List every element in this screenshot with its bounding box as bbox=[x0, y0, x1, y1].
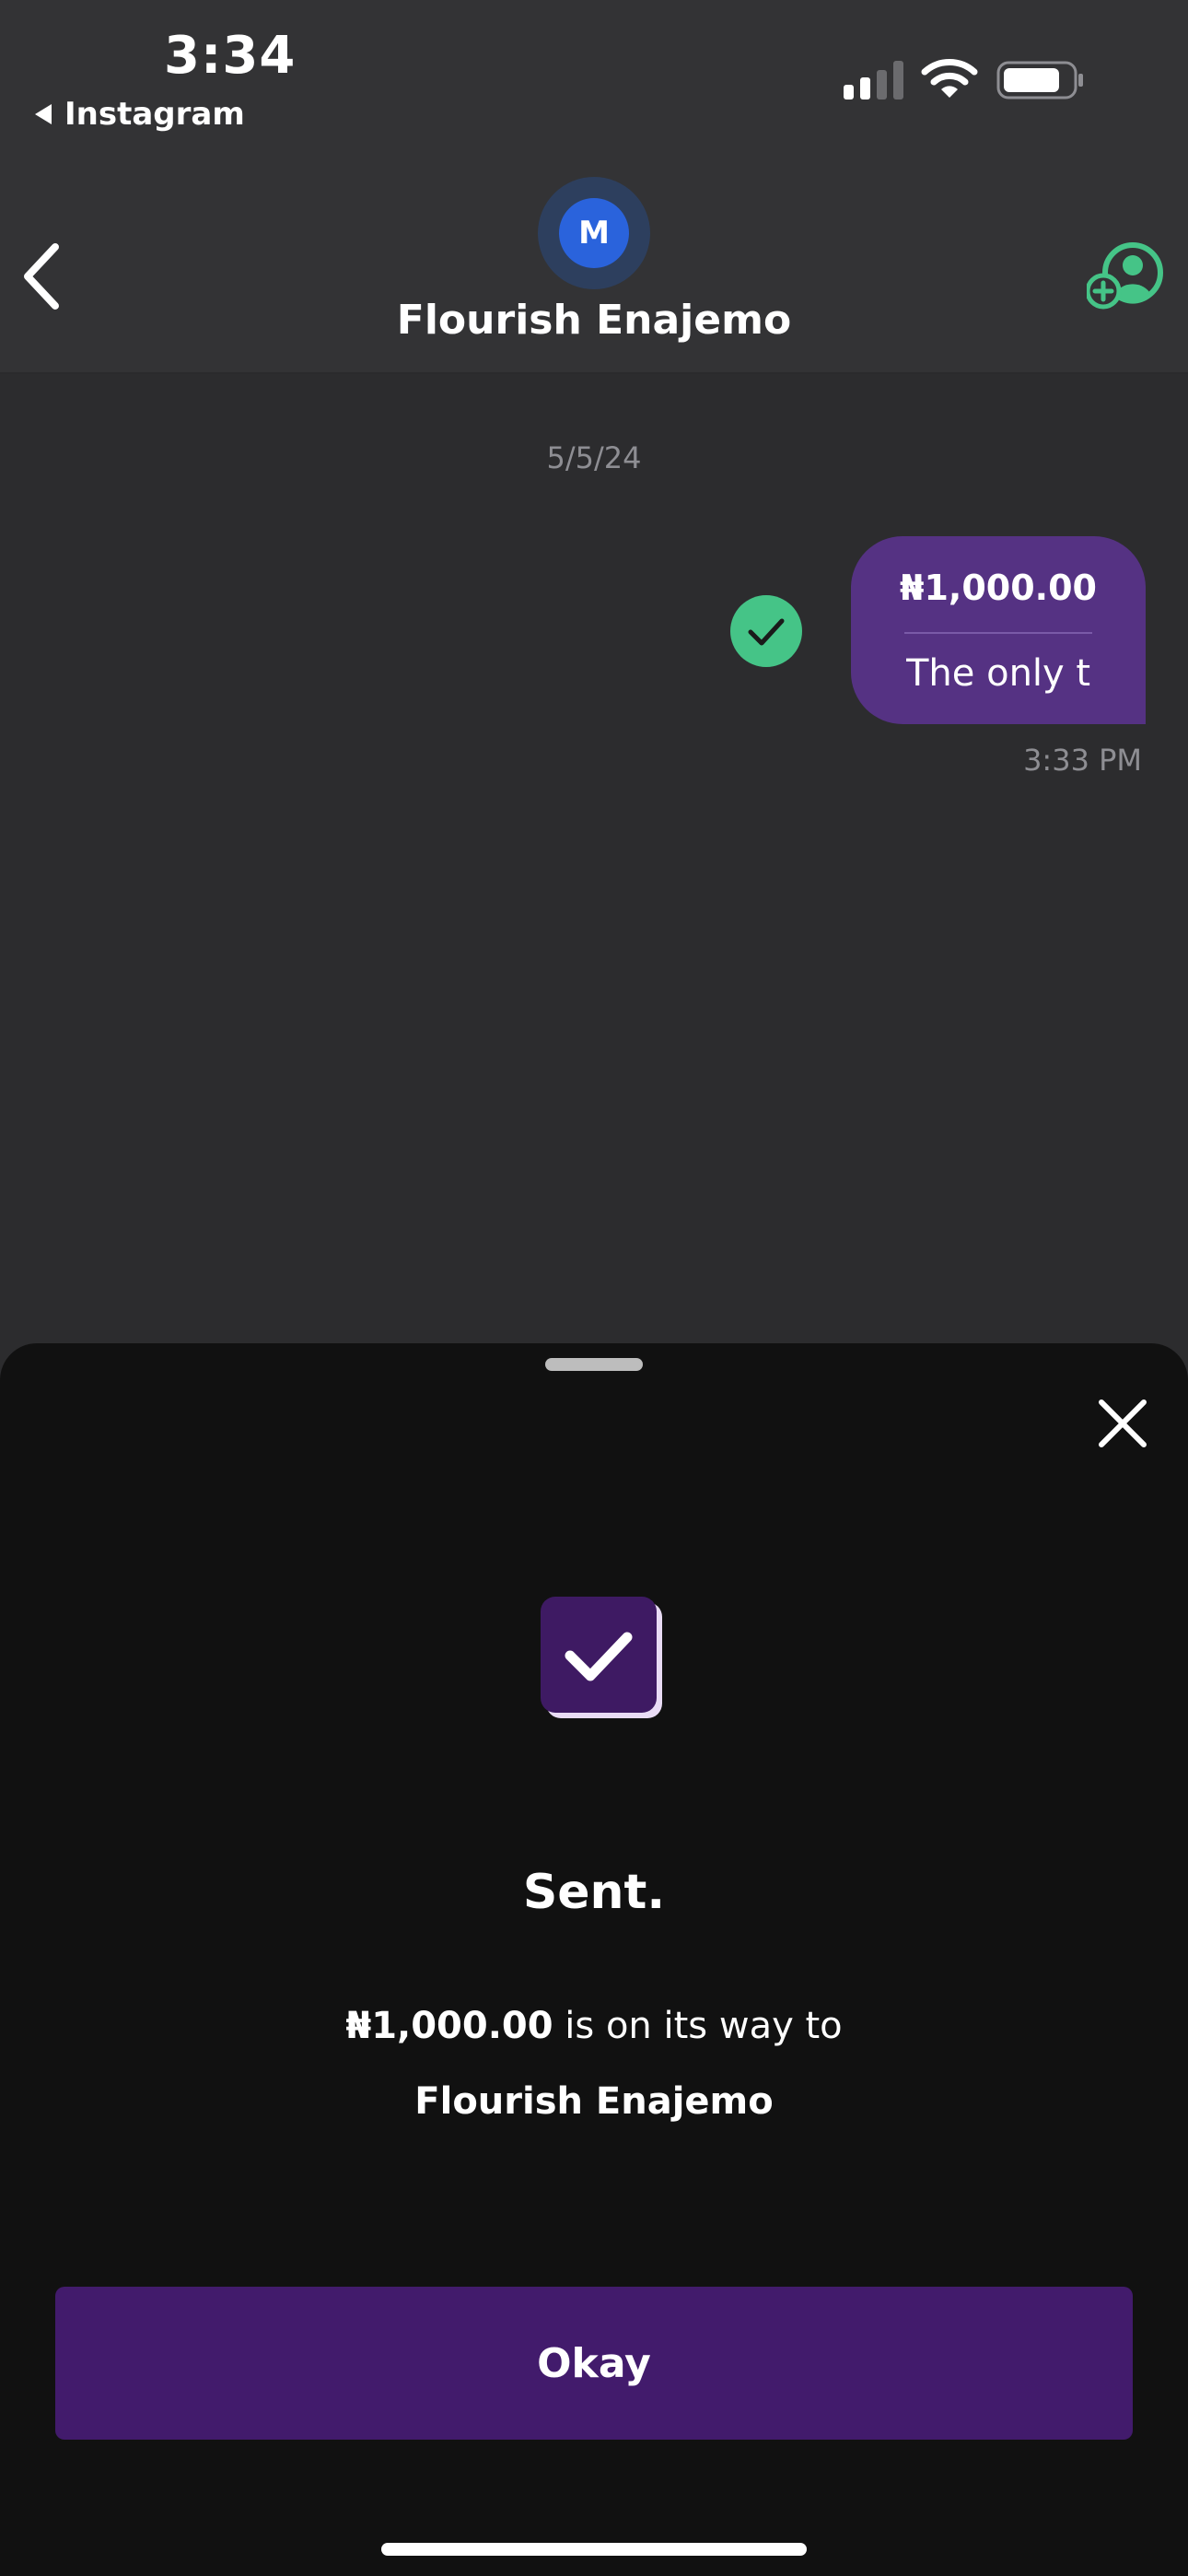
status-bar: 3:34 Instagram bbox=[0, 0, 1188, 147]
message-amount: ₦1,000.00 bbox=[900, 568, 1097, 608]
home-indicator bbox=[381, 2543, 807, 2556]
contact-name: Flourish Enajemo bbox=[396, 297, 792, 344]
message-note: The only t bbox=[906, 652, 1091, 695]
sent-message: ₦1,000.00 is on its way to bbox=[0, 2005, 1188, 2047]
wifi-icon bbox=[921, 59, 978, 98]
sent-amount: ₦1,000.00 bbox=[345, 2005, 553, 2047]
status-time: 3:34 bbox=[164, 26, 297, 86]
battery-icon bbox=[996, 61, 1083, 100]
close-icon[interactable] bbox=[1094, 1395, 1151, 1452]
sent-title: Sent. bbox=[522, 1865, 666, 1920]
check-circle-icon bbox=[730, 595, 802, 667]
bubble-divider bbox=[904, 632, 1092, 634]
message-time: 3:33 PM bbox=[1023, 743, 1142, 778]
sent-bottom-sheet: Sent. ₦1,000.00 is on its way to Flouris… bbox=[0, 1343, 1188, 2576]
avatar[interactable]: M bbox=[559, 198, 629, 268]
date-separator: 5/5/24 bbox=[546, 440, 642, 475]
sheet-grabber[interactable] bbox=[545, 1358, 643, 1371]
back-triangle-icon bbox=[35, 104, 52, 124]
okay-button[interactable]: Okay bbox=[55, 2287, 1133, 2440]
chat-header: M Flourish Enajemo bbox=[0, 147, 1188, 374]
sent-check-icon bbox=[541, 1597, 657, 1713]
sent-message-text: is on its way to bbox=[553, 2005, 843, 2047]
payment-message-bubble[interactable]: ₦1,000.00 The only t bbox=[851, 536, 1146, 724]
add-user-icon[interactable] bbox=[1087, 240, 1168, 313]
signal-icon bbox=[844, 61, 903, 100]
back-app-label: Instagram bbox=[64, 96, 245, 133]
back-to-app-link[interactable]: Instagram bbox=[35, 96, 245, 133]
recipient-name: Flourish Enajemo bbox=[414, 2080, 774, 2123]
